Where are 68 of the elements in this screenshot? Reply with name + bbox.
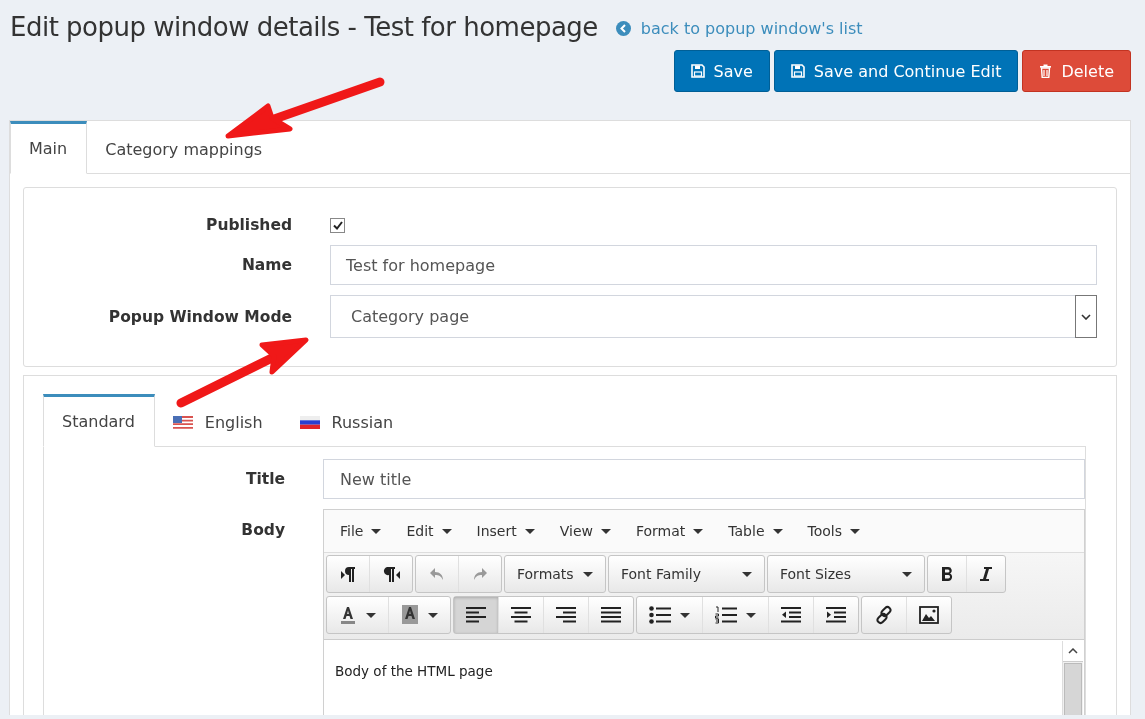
align-center-icon: [511, 607, 531, 623]
caret-icon: [902, 571, 912, 577]
paragraph-rtl-icon: [382, 565, 400, 583]
dropdown-button[interactable]: Font Family: [609, 556, 764, 592]
editor-content[interactable]: Body of the HTML page: [324, 639, 1084, 715]
highlight-color-icon: [401, 605, 419, 625]
caret-icon: [371, 528, 382, 534]
caret-icon: [746, 612, 756, 618]
caret-icon: [524, 528, 535, 534]
tab[interactable]: Main: [10, 121, 88, 174]
caret-icon: [441, 528, 452, 534]
caret-icon: [366, 612, 376, 618]
align-right-icon: [556, 607, 576, 623]
page-title: Edit popup window details - Test for homepage: [10, 12, 598, 42]
link-icon: [874, 605, 894, 625]
field-label: Popup Window Mode: [107, 307, 292, 326]
field-label: Name: [240, 256, 292, 274]
menu-item[interactable]: File: [328, 516, 395, 546]
text-color-icon: [339, 605, 357, 625]
menu-item[interactable]: Edit: [394, 516, 465, 546]
image-icon: [919, 606, 939, 624]
numbered-list-icon: [715, 606, 737, 624]
align-justify-icon: [601, 607, 621, 623]
paragraph-ltr-icon: [339, 565, 357, 583]
caret-icon: [428, 612, 438, 618]
caret-icon: [693, 528, 704, 534]
caret-icon: [772, 528, 783, 534]
name-input[interactable]: Test for homepage: [330, 245, 1097, 285]
menu-item[interactable]: View: [547, 516, 624, 546]
delete-button[interactable]: Delete: [1022, 50, 1131, 92]
caret-icon: [850, 528, 860, 534]
tab[interactable]: Standard: [43, 394, 155, 447]
menu-item[interactable]: Format: [623, 516, 717, 546]
russia-flag-icon: [299, 415, 320, 429]
italic-icon: [979, 566, 993, 582]
title-input[interactable]: New title: [323, 459, 1085, 499]
save-continue-button[interactable]: Save and Continue Edit: [773, 50, 1019, 92]
indent-icon: [826, 607, 846, 623]
chevron-up-icon: [1068, 648, 1078, 654]
caret-icon: [583, 571, 593, 577]
checkmark-icon: [332, 220, 343, 230]
bullet-list-icon: [649, 606, 671, 624]
menu-item[interactable]: Table: [716, 516, 796, 546]
menu-item[interactable]: Tools: [795, 516, 873, 546]
save-button[interactable]: Save: [673, 50, 770, 92]
dropdown-button[interactable]: Font Sizes: [768, 556, 924, 592]
align-left-icon: [466, 607, 486, 623]
outdent-icon: [781, 607, 801, 623]
caret-icon: [680, 612, 690, 618]
tab[interactable]: Russian: [281, 394, 413, 447]
published-checkbox[interactable]: [330, 217, 345, 233]
align-left-button[interactable]: [454, 597, 499, 633]
tab[interactable]: Category mappings: [87, 121, 282, 174]
mode-select[interactable]: Category page: [330, 295, 1097, 338]
chevron-down-icon: [1081, 313, 1091, 320]
body-text: Body of the HTML page: [335, 663, 493, 679]
left-arrow-circle-icon: [615, 21, 631, 36]
field-label: Published: [205, 216, 292, 234]
field-label: Body: [240, 521, 285, 539]
trash-icon: [1039, 64, 1053, 78]
menu-item[interactable]: Insert: [464, 516, 548, 546]
us-flag-icon: [172, 415, 193, 429]
dropdown-button[interactable]: Formats: [505, 556, 605, 592]
bold-icon: [940, 566, 954, 582]
field-label: Title: [244, 470, 285, 488]
caret-icon: [742, 571, 752, 577]
caret-icon: [600, 528, 611, 534]
tab[interactable]: English: [154, 394, 282, 447]
